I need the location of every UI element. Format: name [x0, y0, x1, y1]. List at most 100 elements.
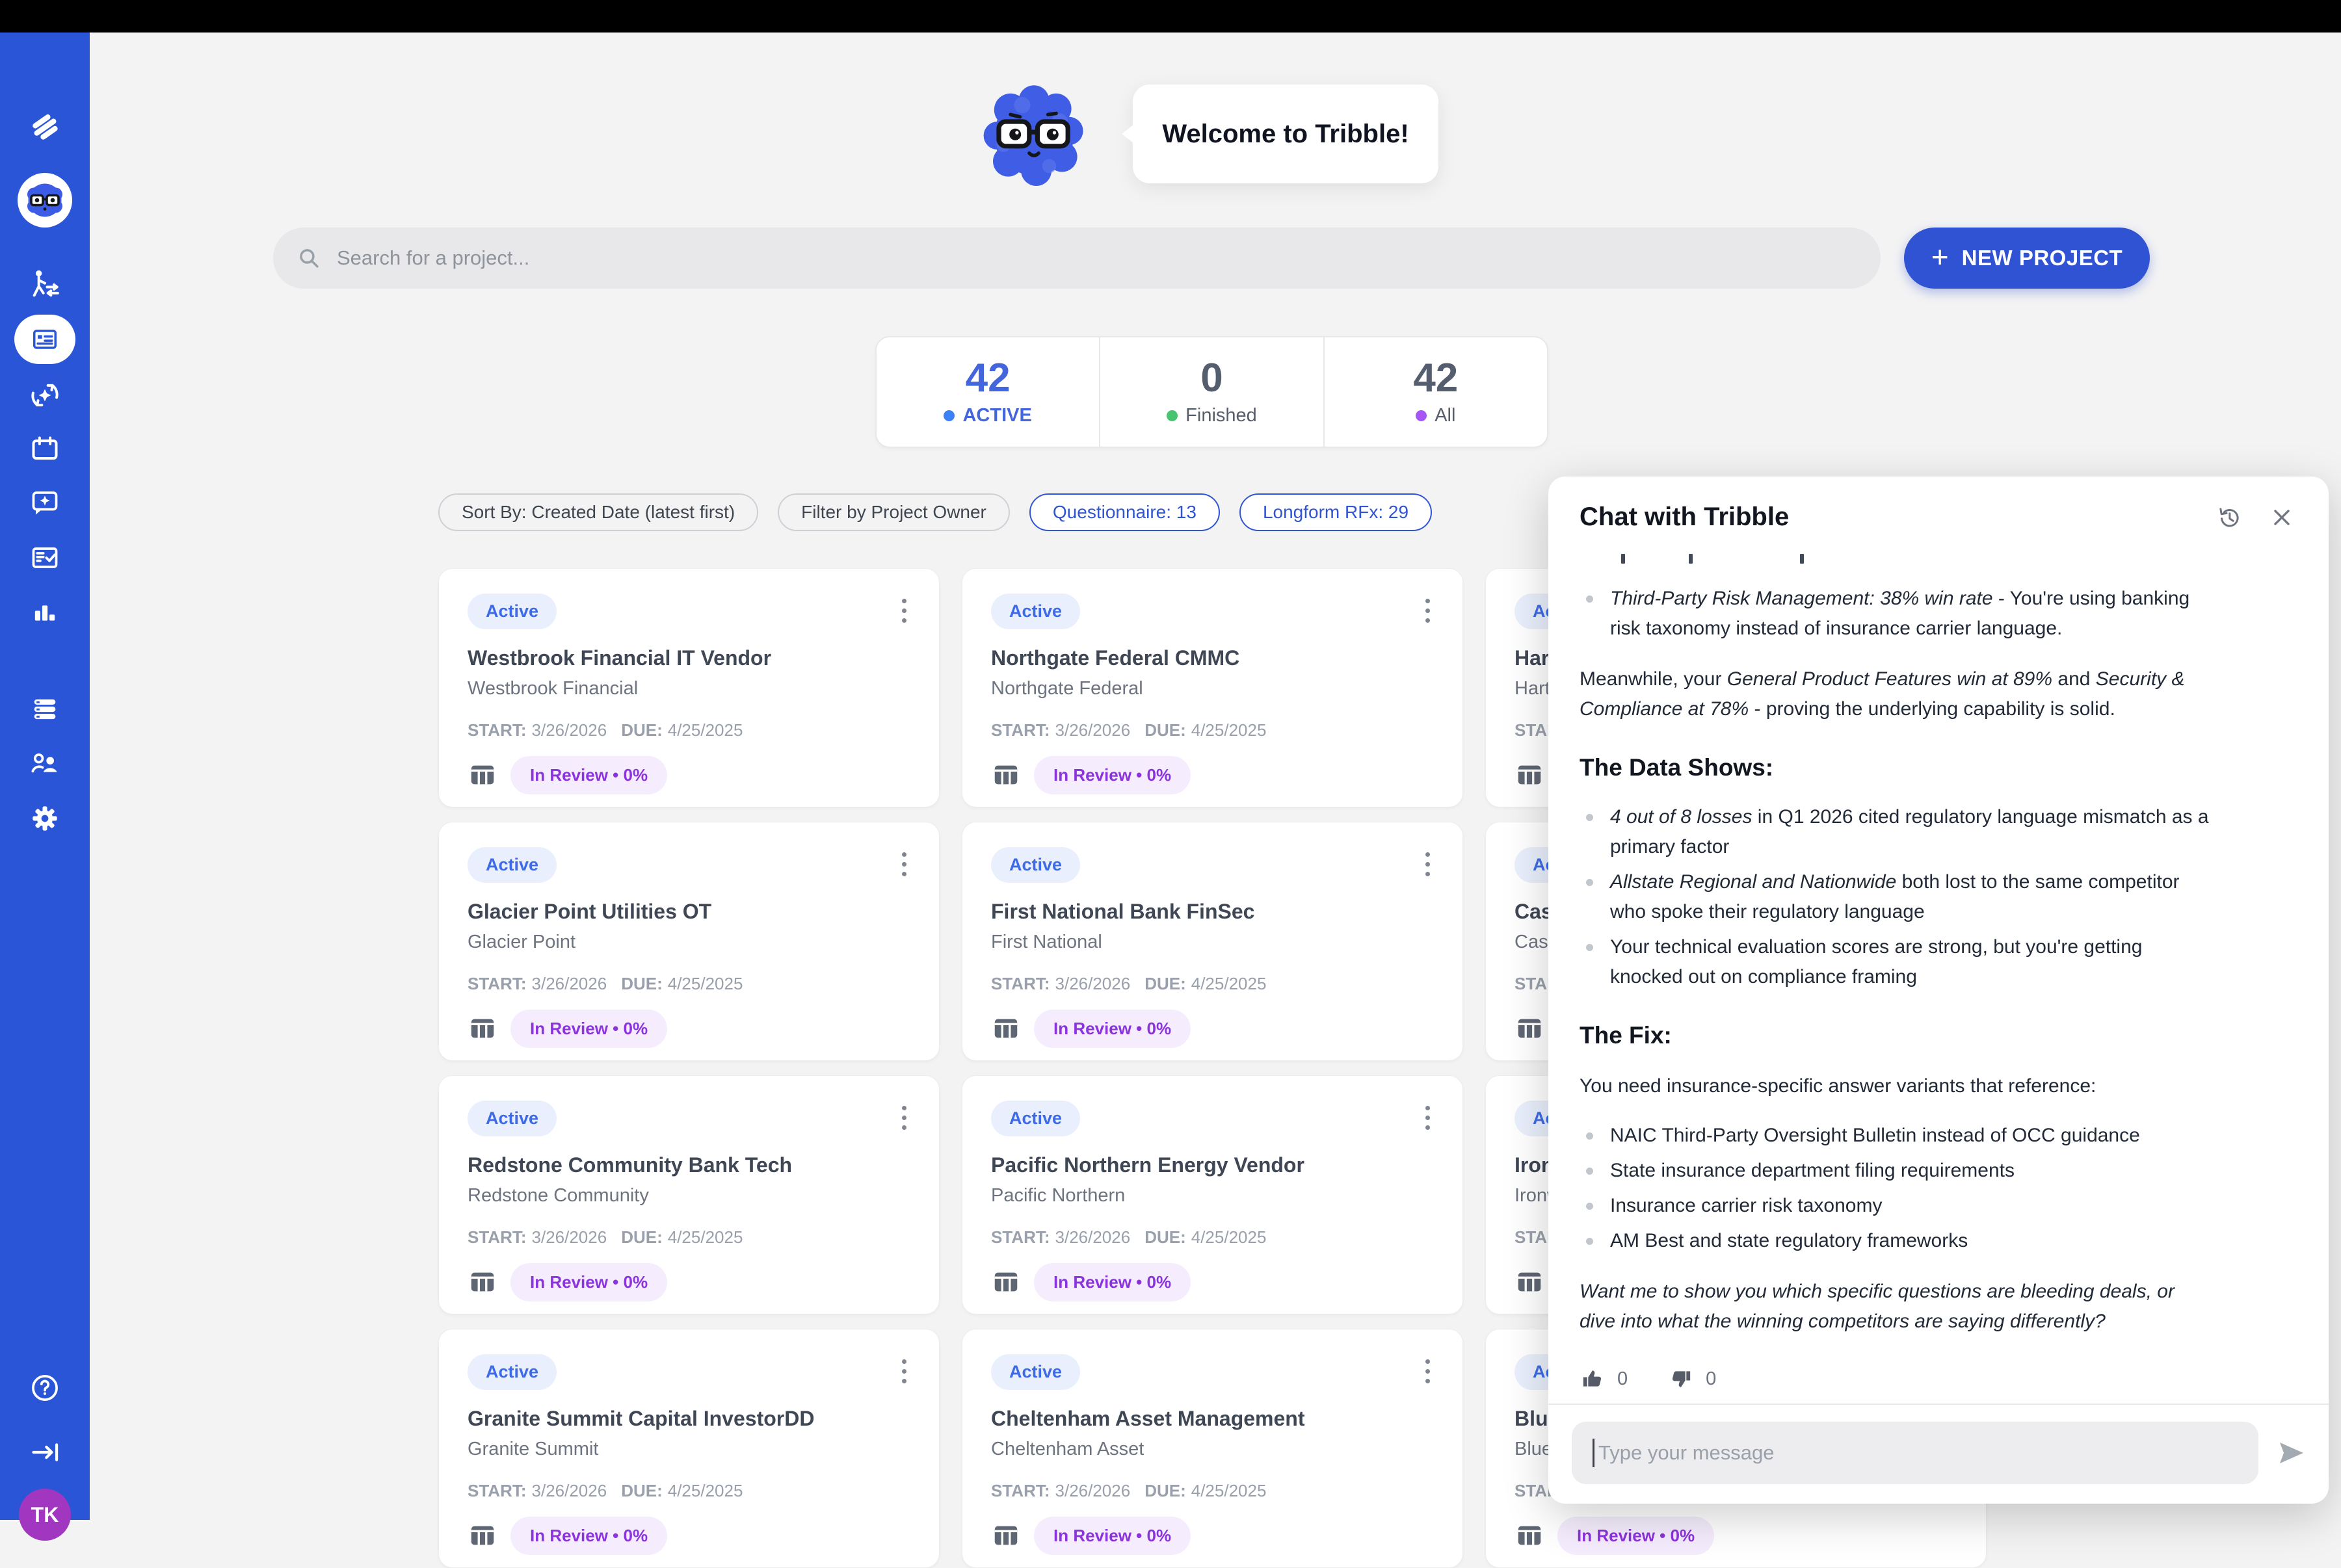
table-icon[interactable]: [468, 761, 497, 791]
review-checklist-icon[interactable]: [0, 540, 90, 576]
chat-section-heading: The Fix:: [1580, 1021, 2292, 1051]
project-client: Pacific Northern: [991, 1185, 1434, 1207]
kebab-menu-icon[interactable]: [1422, 594, 1434, 628]
filter-chips: Sort By: Created Date (latest first) Filt…: [438, 493, 1432, 531]
kebab-menu-icon[interactable]: [1422, 1101, 1434, 1135]
project-dates: START:3/26/2026DUE:4/25/2025: [991, 1481, 1434, 1501]
kebab-menu-icon[interactable]: [898, 1101, 910, 1135]
help-icon[interactable]: [0, 1370, 90, 1406]
handoff-icon[interactable]: [0, 267, 90, 303]
kebab-menu-icon[interactable]: [898, 1354, 910, 1389]
stat-item[interactable]: 42 ACTIVE: [877, 337, 1099, 447]
table-icon[interactable]: [991, 1268, 1021, 1298]
project-card[interactable]: Active Northgate Federal CMMC Northgate …: [962, 568, 1463, 807]
progress-pill: In Review • 0%: [1034, 1010, 1191, 1048]
filter-chip[interactable]: Longform RFx: 29: [1239, 493, 1432, 531]
history-icon[interactable]: [2215, 504, 2243, 531]
new-project-label: NEW PROJECT: [1962, 246, 2123, 270]
table-icon[interactable]: [991, 761, 1021, 791]
table-icon[interactable]: [468, 1268, 497, 1298]
tribble-logo-icon[interactable]: [0, 109, 90, 146]
table-icon[interactable]: [991, 1014, 1021, 1044]
project-search[interactable]: [273, 228, 1881, 289]
table-icon[interactable]: [1514, 1521, 1544, 1551]
project-card[interactable]: Active Redstone Community Bank Tech Reds…: [438, 1075, 940, 1314]
stat-item[interactable]: 42 All: [1323, 337, 1547, 447]
project-dates: START:3/26/2026DUE:4/25/2025: [468, 1227, 910, 1248]
filter-chip[interactable]: Filter by Project Owner: [778, 493, 1010, 531]
settings-gear-icon[interactable]: [0, 800, 90, 837]
new-project-button[interactable]: + NEW PROJECT: [1904, 228, 2150, 289]
bullet-dot: [1586, 1238, 1593, 1245]
chat-bullet-item: Allstate Regional and Nationwide both lo…: [1580, 867, 2292, 927]
project-card[interactable]: Active Granite Summit Capital InvestorDD…: [438, 1329, 940, 1568]
table-icon[interactable]: [1514, 761, 1544, 791]
bullet-dot: [1586, 814, 1593, 821]
filter-chip[interactable]: Questionnaire: 13: [1029, 493, 1220, 531]
chat-input-box[interactable]: [1572, 1422, 2258, 1484]
table-icon[interactable]: [1514, 1014, 1544, 1044]
kebab-menu-icon[interactable]: [1422, 1354, 1434, 1389]
plus-icon: +: [1931, 239, 1949, 274]
chat-bullet-item: 4 out of 8 losses in Q1 2026 cited regul…: [1580, 802, 2292, 862]
analytics-icon[interactable]: [0, 595, 90, 631]
thumbs-down-icon[interactable]: [1668, 1366, 1694, 1392]
filter-chip[interactable]: Sort By: Created Date (latest first): [438, 493, 758, 531]
welcome-bubble: Welcome to Tribble!: [1133, 85, 1438, 183]
project-stats: 42 ACTIVE 0 Finished 42 All: [875, 336, 1548, 448]
table-icon[interactable]: [991, 1521, 1021, 1551]
progress-pill: In Review • 0%: [1034, 756, 1191, 794]
project-card[interactable]: Active Westbrook Financial IT Vendor Wes…: [438, 568, 940, 807]
top-bar: [0, 0, 2341, 33]
project-title: Northgate Federal CMMC: [991, 646, 1434, 670]
table-icon[interactable]: [468, 1521, 497, 1551]
stat-label: All: [1435, 405, 1455, 426]
team-icon[interactable]: [0, 746, 90, 783]
project-card[interactable]: Active First National Bank FinSec First …: [962, 822, 1463, 1061]
table-icon[interactable]: [468, 1014, 497, 1044]
bullet-dot: [1586, 879, 1593, 886]
thumbs-up-icon[interactable]: [1580, 1366, 1606, 1392]
bullet-dot: [1586, 1203, 1593, 1210]
bullet-dot: [1586, 1132, 1593, 1140]
project-card[interactable]: Active Glacier Point Utilities OT Glacie…: [438, 822, 940, 1061]
project-dates: START:3/26/2026DUE:4/25/2025: [991, 974, 1434, 994]
text-caret: [1593, 1439, 1594, 1467]
kebab-menu-icon[interactable]: [898, 847, 910, 882]
chat-bullet-item: Third-Party Risk Management: 38% win rat…: [1580, 584, 2292, 644]
close-icon[interactable]: [2268, 503, 2296, 532]
sidebar-item-projects[interactable]: [14, 315, 75, 364]
stat-label: ACTIVE: [962, 405, 1031, 426]
progress-pill: In Review • 0%: [1557, 1517, 1714, 1555]
stat-dot: [1167, 410, 1178, 421]
project-client: First National: [991, 932, 1434, 953]
project-title: Cheltenham Asset Management: [991, 1407, 1434, 1431]
chat-messages[interactable]: Third-Party Risk Management: 38% win rat…: [1548, 543, 2329, 1404]
chat-message-input[interactable]: [1597, 1441, 2238, 1465]
search-input[interactable]: [336, 246, 1857, 270]
chat-paragraph: You need insurance-specific answer varia…: [1580, 1071, 2188, 1101]
collapse-icon[interactable]: [0, 1434, 90, 1470]
project-client: Redstone Community: [468, 1185, 910, 1207]
tribble-assistant-icon[interactable]: [18, 173, 72, 228]
send-icon[interactable]: [2277, 1439, 2307, 1467]
sync-icon[interactable]: [0, 377, 90, 413]
chat-bullet-item: Insurance carrier risk taxonomy: [1580, 1191, 2292, 1221]
progress-pill: In Review • 0%: [510, 1010, 667, 1048]
project-client: Cheltenham Asset: [991, 1439, 1434, 1460]
project-card[interactable]: Active Cheltenham Asset Management Chelt…: [962, 1329, 1463, 1568]
calendar-icon[interactable]: [0, 431, 90, 467]
kebab-menu-icon[interactable]: [898, 594, 910, 628]
chat-bullet-list: NAIC Third-Party Oversight Bulletin inst…: [1580, 1121, 2292, 1256]
project-card[interactable]: Active Pacific Northern Energy Vendor Pa…: [962, 1075, 1463, 1314]
stat-item[interactable]: 0 Finished: [1099, 337, 1323, 447]
user-avatar[interactable]: TK: [19, 1489, 71, 1541]
table-icon[interactable]: [1514, 1268, 1544, 1298]
stat-value: 42: [1413, 358, 1458, 399]
bullet-dot: [1586, 595, 1593, 603]
chat-sparkle-icon[interactable]: [0, 484, 90, 521]
datasets-icon[interactable]: [0, 691, 90, 727]
chat-title: Chat with Tribble: [1580, 503, 2191, 532]
progress-pill: In Review • 0%: [510, 1263, 667, 1301]
kebab-menu-icon[interactable]: [1422, 847, 1434, 882]
